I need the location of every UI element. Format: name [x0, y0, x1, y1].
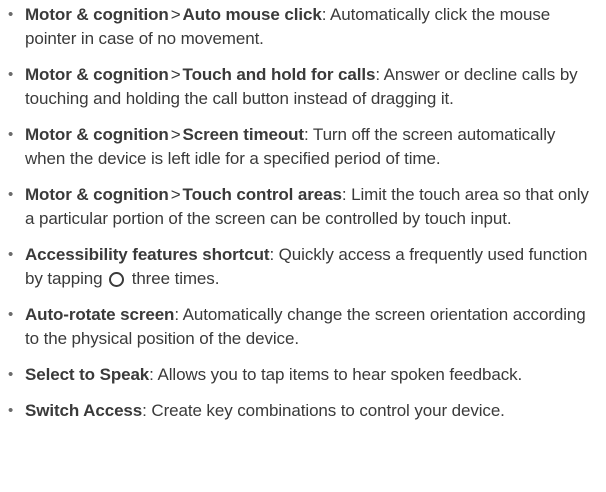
bullet: • [8, 6, 14, 23]
bullet: • [8, 402, 14, 419]
list-item: • Motor & cognition > Touch control areas:… [8, 183, 598, 231]
list-item: • Accessibility features shortcut: Quick… [8, 243, 598, 291]
path-separator: > [170, 65, 181, 84]
path-separator: > [170, 5, 181, 24]
bullet: • [8, 186, 14, 203]
feature-title: Auto-rotate screen [25, 305, 175, 324]
feature-description: Allows you to tap items to hear spoken f… [153, 365, 523, 384]
feature-description: Create key combinations to control your … [146, 401, 505, 420]
list-item: • Auto-rotate screen: Automatically chan… [8, 303, 598, 351]
bullet: • [8, 306, 14, 323]
feature-title: Switch Access [25, 401, 143, 420]
list-item: • Motor & cognition > Screen timeout: Turn… [8, 123, 598, 171]
menu-path: Motor & cognition [25, 5, 169, 24]
feature-list: • Motor & cognition > Auto mouse click: Au… [8, 3, 598, 423]
menu-path: Motor & cognition [25, 65, 169, 84]
bullet: • [8, 246, 14, 263]
list-item: • Select to Speak: Allows you to tap ite… [8, 363, 598, 387]
list-item: • Motor & cognition > Touch and hold for c… [8, 63, 598, 111]
feature-title: Screen timeout [182, 125, 305, 144]
home-button-circle-icon [109, 272, 125, 287]
path-separator: > [170, 185, 181, 204]
feature-title: Touch and hold for calls [182, 65, 376, 84]
feature-description-end: three times. [127, 269, 220, 288]
list-item: • Switch Access: Create key combinations… [8, 399, 598, 423]
feature-title: Touch control areas [182, 185, 342, 204]
feature-title: Select to Speak [25, 365, 150, 384]
menu-path: Motor & cognition [25, 185, 169, 204]
feature-title: Auto mouse click [182, 5, 322, 24]
bullet: • [8, 66, 14, 83]
path-separator: > [170, 125, 181, 144]
feature-title: Accessibility features shortcut [25, 245, 270, 264]
bullet: • [8, 126, 14, 143]
bullet: • [8, 366, 14, 383]
document-page: • Motor & cognition > Auto mouse click: Au… [0, 0, 606, 492]
list-item: • Motor & cognition > Auto mouse click: Au… [8, 3, 598, 51]
menu-path: Motor & cognition [25, 125, 169, 144]
